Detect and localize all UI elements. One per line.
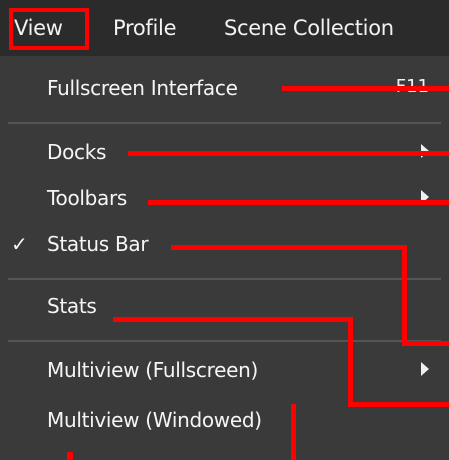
annotation-line-multiview-fullscreen [291, 404, 296, 460]
annotation-line-fullscreen [282, 86, 449, 91]
annotation-line-status-bar-h2 [402, 341, 449, 346]
menu-item-multiview-fullscreen[interactable]: Multiview (Fullscreen) [0, 352, 449, 392]
menu-item-label: Toolbars [47, 186, 128, 210]
annotation-line-status-bar-h1 [171, 245, 407, 250]
menubar-item-scene-collection[interactable]: Scene Collection [224, 16, 394, 40]
menu-item-multiview-windowed[interactable]: Multiview (Windowed) [0, 402, 449, 442]
view-menu-dropdown: Fullscreen Interface F11 Docks Toolbars … [0, 56, 449, 460]
annotation-view-highlight-box [9, 8, 89, 50]
menubar-item-profile[interactable]: Profile [113, 16, 177, 40]
annotation-line-multiview-windowed [67, 452, 73, 460]
menu-separator [8, 340, 441, 342]
menu-separator [8, 122, 441, 124]
annotation-line-stats-v [348, 317, 353, 407]
annotation-line-toolbars [148, 200, 449, 205]
annotation-line-docks [128, 151, 449, 156]
menu-item-label: Multiview (Fullscreen) [47, 358, 258, 382]
annotation-line-status-bar-v [402, 245, 407, 346]
submenu-arrow-icon [421, 362, 429, 376]
menu-item-label: Docks [47, 140, 107, 164]
menu-item-stats[interactable]: Stats [0, 288, 449, 328]
annotation-line-stats-h1 [113, 317, 353, 322]
checkmark-icon: ✓ [11, 232, 28, 256]
menu-separator [8, 278, 441, 280]
menu-item-label: Multiview (Windowed) [47, 408, 262, 432]
menu-item-label: Fullscreen Interface [47, 76, 238, 100]
menu-item-label: Stats [47, 294, 97, 318]
annotation-line-stats-h2 [348, 402, 449, 407]
menu-item-label: Status Bar [47, 232, 149, 256]
